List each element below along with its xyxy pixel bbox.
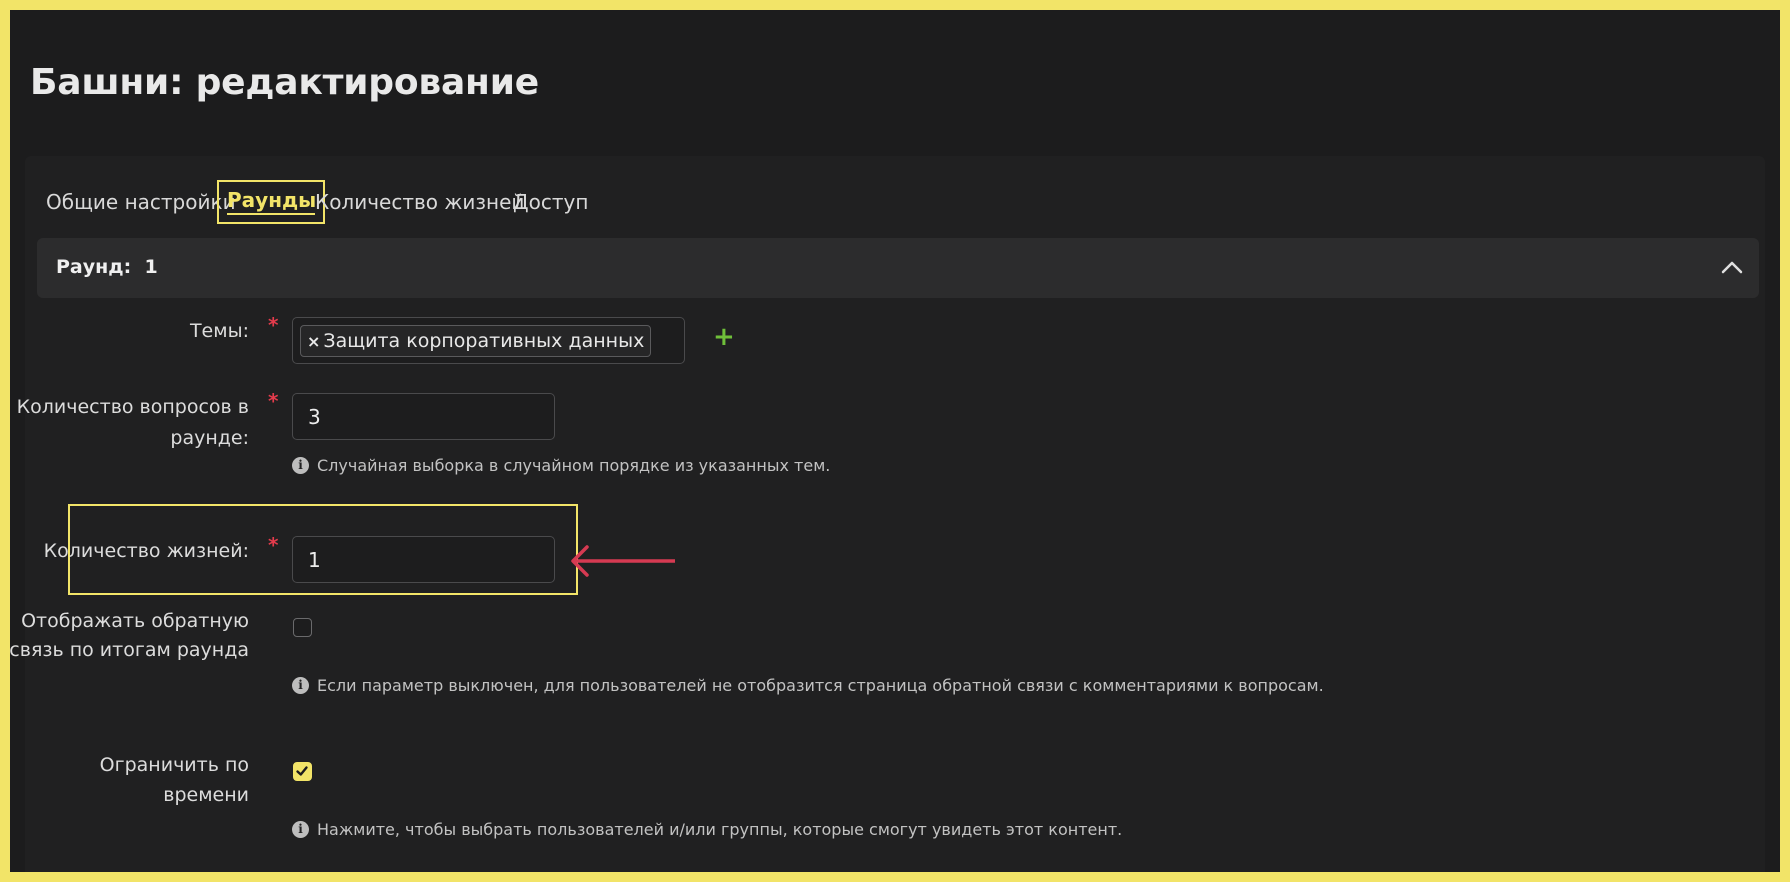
arrow-left-icon [571, 545, 675, 577]
round-label: Раунд: [56, 256, 132, 278]
show-feedback-label-line1: Отображать обратную [21, 610, 249, 632]
add-theme-icon[interactable]: + [713, 322, 735, 352]
lives-count-value: 1 [308, 547, 321, 572]
checkmark-icon [296, 766, 308, 776]
tab-rounds[interactable]: Раунды [217, 180, 326, 224]
tab-lives-count[interactable]: Количество жизней [315, 190, 524, 214]
round-title: Раунд: 1 [56, 256, 158, 278]
questions-count-value: 3 [308, 404, 321, 429]
questions-count-hint: i Случайная выборка в случайном порядке … [292, 456, 830, 475]
time-limit-label-line2: времени [163, 784, 249, 806]
themes-required-mark: * [268, 313, 279, 337]
show-feedback-hint: i Если параметр выключен, для пользовате… [292, 676, 1324, 695]
show-feedback-label: Отображать обратную связь по итогам раун… [10, 607, 249, 665]
info-icon: i [292, 821, 309, 838]
round-number: 1 [144, 256, 158, 278]
questions-count-input[interactable]: 3 [292, 393, 555, 440]
show-feedback-checkbox[interactable] [293, 618, 312, 637]
page-title: Башни: редактирование [30, 62, 539, 103]
app-frame: Башни: редактирование Общие настройки Ра… [10, 10, 1780, 872]
show-feedback-hint-text: Если параметр выключен, для пользователе… [317, 676, 1324, 695]
questions-count-label: Количество вопросов в раунде: [17, 392, 249, 454]
tab-active-underline [227, 213, 316, 215]
lives-count-label: Количество жизней: [43, 540, 249, 562]
tab-general-settings[interactable]: Общие настройки [46, 190, 236, 214]
time-limit-hint: i Нажмите, чтобы выбрать пользователей и… [292, 820, 1122, 839]
time-limit-label: Ограничить по времени [100, 750, 249, 810]
time-limit-hint-text: Нажмите, чтобы выбрать пользователей и/и… [317, 820, 1123, 839]
lives-count-required-mark: * [268, 533, 279, 557]
themes-label: Темы: [189, 320, 249, 342]
theme-tag-label: Защита корпоративных данных [323, 330, 645, 352]
tab-access[interactable]: Доступ [513, 190, 588, 214]
theme-tag: × Защита корпоративных данных [300, 325, 652, 357]
info-icon: i [292, 457, 309, 474]
themes-multiselect[interactable]: × Защита корпоративных данных [292, 317, 685, 364]
chevron-up-icon[interactable] [1717, 252, 1747, 282]
info-icon: i [292, 677, 309, 694]
questions-count-label-line1: Количество вопросов в [16, 396, 249, 418]
remove-tag-icon[interactable]: × [307, 332, 320, 351]
time-limit-checkbox[interactable] [293, 762, 312, 781]
round-accordion-header[interactable]: Раунд: 1 [37, 238, 1759, 298]
questions-count-label-line2: раунде: [170, 427, 249, 449]
edit-panel: Общие настройки Раунды Количество жизней… [10, 156, 1765, 872]
lives-count-input[interactable]: 1 [292, 536, 555, 583]
questions-count-required-mark: * [268, 389, 279, 413]
time-limit-label-line1: Ограничить по [99, 754, 249, 776]
show-feedback-label-line2: связь по итогам раунда [10, 639, 249, 661]
tab-rounds-label: Раунды [227, 188, 317, 212]
questions-count-hint-text: Случайная выборка в случайном порядке из… [317, 456, 831, 475]
tab-bar: Общие настройки Раунды Количество жизней… [25, 156, 1765, 228]
